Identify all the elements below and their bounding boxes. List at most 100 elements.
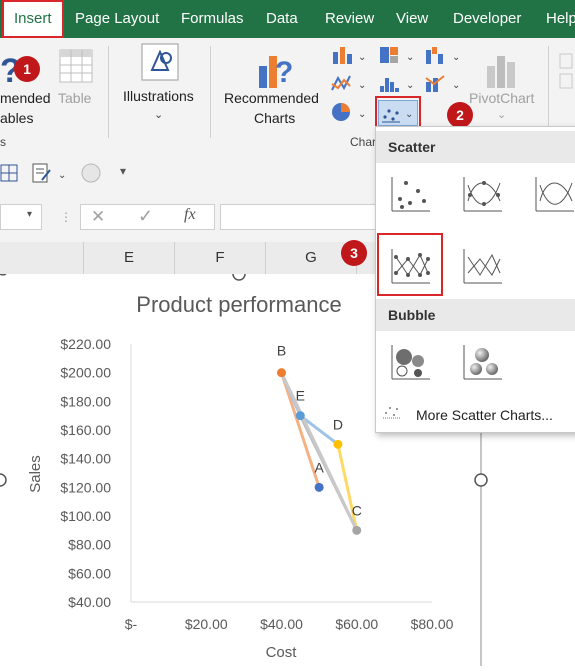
insert-function-icon[interactable]: fx bbox=[184, 206, 196, 224]
scatter-section-header: Scatter bbox=[376, 131, 575, 163]
sparkline-icon[interactable] bbox=[558, 48, 575, 108]
table-icon[interactable] bbox=[58, 46, 94, 86]
y-tick-label: $80.00 bbox=[68, 537, 111, 553]
form-icon[interactable]: ⌄ bbox=[30, 162, 70, 184]
pivottable-label[interactable]: mended bbox=[0, 90, 51, 106]
waterfall-chart-button[interactable]: ⌄ bbox=[424, 44, 464, 66]
pivotchart-icon[interactable] bbox=[483, 48, 523, 90]
data-point[interactable] bbox=[314, 482, 324, 492]
circle-icon[interactable] bbox=[80, 162, 102, 184]
pie-chart-button[interactable]: ⌄ bbox=[330, 100, 370, 124]
data-point[interactable] bbox=[352, 525, 362, 535]
tab-insert[interactable]: Insert bbox=[2, 0, 64, 38]
resize-handle[interactable] bbox=[0, 273, 7, 276]
enter-icon[interactable]: ✓ bbox=[138, 206, 153, 227]
drag-handle-icon[interactable]: ⋮ bbox=[60, 210, 72, 224]
table-label[interactable]: Table bbox=[58, 90, 91, 106]
x-tick-label: $40.00 bbox=[260, 616, 303, 632]
data-label: B bbox=[277, 343, 286, 359]
3d-bubble-chart-icon[interactable] bbox=[460, 339, 504, 383]
ribbon-tab-bar: Insert Page Layout Formulas Data Review … bbox=[0, 0, 575, 38]
ribbon-separator bbox=[548, 46, 549, 138]
svg-text:⌄: ⌄ bbox=[358, 52, 366, 63]
illustrations-icon[interactable] bbox=[140, 42, 180, 82]
y-tick-label: $100.00 bbox=[60, 508, 111, 524]
resize-handle[interactable] bbox=[232, 273, 246, 281]
tab-review[interactable]: Review bbox=[325, 0, 374, 38]
scatter-button-highlight bbox=[375, 96, 421, 130]
data-point[interactable] bbox=[333, 439, 343, 449]
bubble-section-header: Bubble bbox=[376, 299, 575, 331]
cancel-icon[interactable]: ✕ bbox=[91, 207, 105, 227]
illustrations-label[interactable]: Illustrations bbox=[123, 88, 194, 104]
scatter-smooth-lines-markers-icon[interactable] bbox=[460, 171, 504, 215]
chevron-down-icon[interactable]: ▾ bbox=[27, 209, 32, 220]
resize-handle[interactable] bbox=[0, 473, 7, 487]
y-axis-ticks: $40.00 $60.00 $80.00 $100.00 $120.00 $140.00 $… bbox=[60, 336, 111, 610]
step-badge-2: 2 bbox=[447, 102, 473, 128]
chart-title: Product performance bbox=[136, 292, 341, 317]
scatter-straight-lines-icon[interactable] bbox=[460, 243, 504, 287]
column-header-f[interactable]: F bbox=[175, 242, 266, 274]
x-axis-label: Cost bbox=[266, 644, 298, 661]
y-tick-label: $160.00 bbox=[60, 422, 111, 438]
x-tick-label: $60.00 bbox=[335, 616, 378, 632]
pivottable-label-2[interactable]: ables bbox=[0, 110, 33, 126]
chevron-down-icon[interactable]: ⌄ bbox=[497, 108, 506, 121]
recommended-charts-label-2[interactable]: Charts bbox=[254, 110, 295, 126]
chevron-down-icon[interactable]: ⌄ bbox=[154, 108, 163, 121]
y-tick-label: $180.00 bbox=[60, 393, 111, 409]
series-line bbox=[280, 372, 359, 531]
svg-text:⌄: ⌄ bbox=[358, 80, 366, 91]
column-chart-button[interactable]: ⌄ bbox=[330, 44, 370, 66]
ribbon-separator bbox=[108, 46, 109, 138]
recommended-charts-label[interactable]: Recommended bbox=[224, 90, 319, 106]
y-tick-label: $220.00 bbox=[60, 336, 111, 352]
grid-icon[interactable] bbox=[0, 162, 20, 184]
svg-text:⌄: ⌄ bbox=[358, 109, 366, 120]
y-tick-label: $60.00 bbox=[68, 565, 111, 581]
tab-formulas[interactable]: Formulas bbox=[181, 0, 244, 38]
bubble-chart-icon[interactable] bbox=[388, 339, 432, 383]
name-box[interactable]: ▾ bbox=[0, 204, 42, 230]
charts-group-label: Char bbox=[350, 135, 377, 149]
column-header-e[interactable]: E bbox=[84, 242, 175, 274]
tab-help[interactable]: Help bbox=[546, 0, 575, 38]
group-label-fragment: s bbox=[0, 135, 6, 149]
y-axis-label: Sales bbox=[27, 455, 44, 493]
data-label: D bbox=[333, 416, 343, 432]
tab-page-layout[interactable]: Page Layout bbox=[75, 0, 159, 38]
x-tick-label: $20.00 bbox=[185, 616, 228, 632]
pivotchart-label[interactable]: PivotChart bbox=[469, 90, 534, 106]
hierarchy-chart-button[interactable]: ⌄ bbox=[378, 44, 418, 66]
resize-handle[interactable] bbox=[474, 473, 488, 487]
scatter-markers-icon[interactable] bbox=[388, 171, 432, 215]
step-badge-1: 1 bbox=[14, 56, 40, 82]
svg-text:⌄: ⌄ bbox=[58, 170, 66, 181]
recommended-charts-icon[interactable]: ? bbox=[255, 46, 297, 92]
svg-text:⌄: ⌄ bbox=[406, 52, 414, 63]
svg-text:⌄: ⌄ bbox=[452, 80, 460, 91]
y-tick-label: $40.00 bbox=[68, 594, 111, 610]
column-header-d[interactable] bbox=[0, 242, 84, 274]
scatter-dropdown-menu: Scatter Bubble More Scatter Charts... bbox=[375, 126, 575, 433]
x-tick-label: $- bbox=[125, 616, 138, 632]
scatter-smooth-lines-icon[interactable] bbox=[532, 171, 575, 215]
y-tick-label: $120.00 bbox=[60, 479, 111, 495]
scatter-option-highlight bbox=[377, 233, 443, 296]
tab-data[interactable]: Data bbox=[266, 0, 298, 38]
customize-toolbar-icon[interactable]: ▾ bbox=[120, 164, 126, 178]
data-point[interactable] bbox=[277, 368, 286, 378]
tab-developer[interactable]: Developer bbox=[453, 0, 521, 38]
data-label: E bbox=[296, 388, 305, 404]
series-lines bbox=[280, 372, 359, 531]
line-chart-button[interactable]: ⌄ bbox=[330, 72, 370, 94]
tab-view[interactable]: View bbox=[396, 0, 428, 38]
data-point[interactable] bbox=[295, 411, 305, 421]
combo-chart-button[interactable]: ⌄ bbox=[424, 72, 464, 94]
more-scatter-charts-link[interactable]: More Scatter Charts... bbox=[416, 407, 553, 423]
ribbon-separator bbox=[210, 46, 211, 138]
svg-text:?: ? bbox=[275, 56, 293, 89]
statistic-chart-button[interactable]: ⌄ bbox=[378, 72, 418, 94]
svg-text:⌄: ⌄ bbox=[452, 52, 460, 63]
